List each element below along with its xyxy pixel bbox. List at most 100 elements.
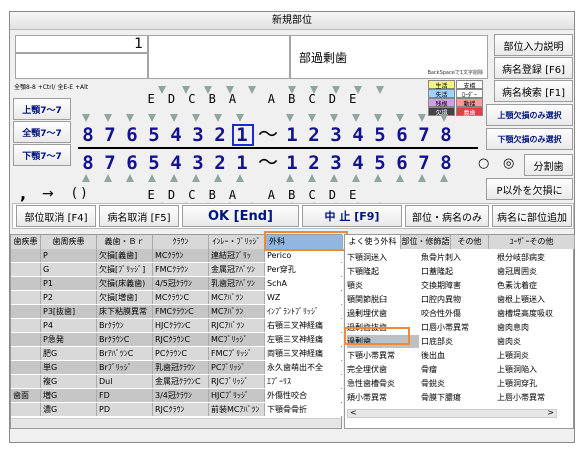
table-cell[interactable]: P4 — [41, 319, 97, 332]
frequent-item[interactable]: 下顎小帯異常 — [347, 349, 419, 362]
table-cell[interactable] — [11, 319, 41, 332]
split-tooth-button[interactable]: 分割歯 — [524, 154, 573, 176]
frequent-hscroll[interactable]: < > — [347, 408, 557, 418]
tab-part-modifier[interactable]: 部位・修飾語 — [401, 235, 451, 249]
table-cell[interactable]: P1 — [41, 277, 97, 290]
tooth-l4-l[interactable]: 4 — [348, 152, 370, 174]
frequent-item[interactable]: 完全埋伏歯 — [347, 363, 419, 376]
tab-frequent[interactable]: よく使う外科 — [345, 235, 401, 249]
table-cell[interactable] — [11, 347, 41, 360]
table-cell[interactable]: 欠損(床義歯) — [97, 277, 153, 290]
table-cell[interactable]: 金属冠ｱﾊﾞﾂﾝ — [209, 263, 265, 276]
number-field[interactable]: 1 — [15, 35, 148, 53]
frequent-item[interactable]: 歯槽堤高度吸収 — [497, 307, 569, 320]
table-cell[interactable] — [11, 403, 41, 416]
table-row[interactable]: 濃G PD RJCｸﾗｳﾝ 前装MCｱﾊﾞﾂﾝ 下顎骨骨折 — [11, 403, 343, 416]
frequent-item[interactable]: 上顎洞穿孔 — [497, 377, 569, 390]
tooth-l3-l[interactable]: 3 — [326, 152, 348, 174]
table-row[interactable]: P4 Brｸﾗｳﾝ HJCｸﾗｳﾝC RJCｱﾊﾞﾂﾝ 右顎三叉神経痛 — [11, 319, 343, 332]
frequent-item[interactable]: 下顎隆起 — [347, 265, 419, 278]
frequent-item[interactable]: 口底部炎 — [421, 335, 493, 348]
table-cell[interactable]: 乳歯冠ｸﾗｳﾝ — [153, 361, 209, 374]
tooth-l2-l[interactable]: 2 — [304, 152, 326, 174]
geka-item[interactable]: ｲﾝﾌﾟﾗﾝﾄﾌﾞﾘｯｼﾞ — [265, 305, 343, 318]
tooth-l4-r[interactable]: 4 — [166, 152, 188, 174]
table-cell[interactable]: MCｱﾊﾞﾂﾝ — [209, 291, 265, 304]
table-cell[interactable]: BrｸﾗｳﾝC — [97, 333, 153, 346]
tooth-le-r[interactable]: E — [143, 188, 163, 204]
header-tooth-disease[interactable]: 歯疾患 — [11, 235, 41, 249]
table-row[interactable]: P急発 BrｸﾗｳﾝC RJCｸﾗｳﾝC MCﾌﾞﾘｯｼﾞ 左顎三叉神経痛 — [11, 333, 343, 346]
header-denture-br[interactable]: 義歯・Ｂｒ — [97, 235, 153, 249]
frequent-item[interactable]: 骨瘤 — [421, 363, 493, 376]
disease-register-button[interactable]: 病名登録 [F6] — [494, 57, 573, 79]
table-cell[interactable]: Brｸﾗｳﾝ — [97, 319, 153, 332]
frequent-item[interactable]: 魚骨片刺入 — [421, 251, 493, 264]
frequent-item[interactable]: 色素沈着症 — [497, 279, 569, 292]
ok-button[interactable]: OK [End] — [182, 205, 299, 227]
tooth-l5-l[interactable]: 5 — [370, 152, 392, 174]
table-row[interactable]: 歯面 増G FD 3/4冠ｸﾗｳﾝ HJCﾌﾞﾘｯｼﾞ 外傷性咬合 — [11, 389, 343, 402]
table-cell[interactable] — [11, 333, 41, 346]
frequent-item[interactable]: 上顎洞炎 — [497, 349, 569, 362]
tooth-u5-r[interactable]: 5 — [144, 124, 166, 146]
table-cell[interactable]: P — [41, 249, 97, 262]
all-7-7-button[interactable]: 全顎7～7 — [13, 121, 71, 143]
geka-item[interactable]: 両顎三叉神経痛 — [265, 347, 343, 360]
table-cell[interactable]: MCｱﾊﾞﾂﾝ — [209, 305, 265, 318]
table-cell[interactable]: RJCﾌﾞﾘｯｼﾞ — [209, 375, 265, 388]
table-row[interactable]: P2 欠損[増歯] MCｸﾗｳﾝC MCｱﾊﾞﾂﾝ WZ — [11, 291, 343, 304]
part-name-field[interactable]: 部過剰歯 BackSpaceで1文字削除 — [290, 35, 488, 79]
tooth-u2-r[interactable]: 2 — [210, 124, 232, 146]
table-cell[interactable]: 4/5冠ｸﾗｳﾝ — [153, 277, 209, 290]
part-input-help-button[interactable]: 部位入力説明 — [494, 34, 573, 56]
tooth-u2-l[interactable]: 2 — [304, 124, 326, 146]
table-cell[interactable]: 欠損[増歯] — [97, 291, 153, 304]
secondary-field[interactable] — [148, 35, 290, 79]
tooth-u3-l[interactable]: 3 — [326, 124, 348, 146]
tooth-l2-r[interactable]: 2 — [210, 152, 232, 174]
paren-button[interactable]: ( ) — [72, 186, 86, 201]
tooth-u8-l[interactable]: 8 — [436, 124, 458, 146]
tooth-l7-l[interactable]: 7 — [414, 152, 436, 174]
header-crown[interactable]: ｸﾗｳﾝ — [153, 235, 209, 249]
tooth-l6-l[interactable]: 6 — [392, 152, 414, 174]
table-cell[interactable]: PCﾌﾞﾘｯｼﾞ — [209, 361, 265, 374]
table-cell[interactable] — [11, 277, 41, 290]
grid-hscroll[interactable] — [11, 418, 341, 428]
tooth-l8-r[interactable]: 8 — [78, 152, 100, 174]
frequent-item[interactable]: 後出血 — [421, 349, 493, 362]
table-cell[interactable]: 欠損[義歯] — [97, 249, 153, 262]
table-row[interactable]: P3[抜歯] 床下粘膜異常 FMCｸﾗｳﾝC MCｱﾊﾞﾂﾝ ｲﾝﾌﾟﾗﾝﾄﾌﾞﾘｯｼﾞ — [11, 305, 343, 318]
non-p-to-missing-button[interactable]: P以外を欠損に — [486, 178, 573, 200]
table-cell[interactable]: MCｸﾗｳﾝ — [153, 249, 209, 262]
geka-item[interactable]: 右顎三叉神経痛 — [265, 319, 343, 332]
geka-item[interactable]: ｴﾌﾟｰﾘｽ — [265, 375, 343, 388]
tooth-u3-r[interactable]: 3 — [188, 124, 210, 146]
frequent-item[interactable]: 歯肉息肉 — [497, 321, 569, 334]
frequent-item[interactable]: 下顎洞迷入 — [347, 251, 419, 264]
frequent-item[interactable]: 歯冠周囲炎 — [497, 265, 569, 278]
table-cell[interactable] — [11, 291, 41, 304]
tooth-u1-l[interactable]: 1 — [282, 124, 304, 146]
tooth-l6-r[interactable]: 6 — [122, 152, 144, 174]
geka-item[interactable]: SchA — [265, 277, 343, 290]
tooth-l8-l[interactable]: 8 — [436, 152, 458, 174]
tooth-le-l[interactable]: E — [345, 188, 365, 204]
scroll-right-icon[interactable]: > — [547, 408, 554, 417]
table-cell[interactable]: HJCﾌﾞﾘｯｼﾞ — [209, 389, 265, 402]
frequent-item[interactable]: 口蓋隆起 — [421, 265, 493, 278]
tooth-u8-r[interactable]: 8 — [78, 124, 100, 146]
table-cell[interactable]: 単G — [41, 361, 97, 374]
tooth-ld-l[interactable]: D — [324, 188, 344, 204]
table-cell[interactable]: 濃G — [41, 403, 97, 416]
part-disease-only-button[interactable]: 部位・病名のみ — [405, 205, 489, 227]
frequent-item[interactable]: 上唇小帯異常 — [497, 391, 569, 404]
table-cell[interactable]: RJCｸﾗｳﾝC — [153, 333, 209, 346]
table-row[interactable]: 複G Dul 金属冠ｸﾗｳﾝC RJCﾌﾞﾘｯｼﾞ ｴﾌﾟｰﾘｽ — [11, 375, 343, 388]
header-inlay-bridge[interactable]: ｲﾝﾚｰ・ﾌﾞﾘｯｼﾞ — [209, 235, 265, 249]
table-cell[interactable]: 連結冠ﾌﾞﾘｯ — [209, 249, 265, 262]
table-row[interactable]: 単G Brﾌﾞﾘｯｼﾞ 乳歯冠ｸﾗｳﾝ PCﾌﾞﾘｯｼﾞ 永久歯萌出不全 — [11, 361, 343, 374]
table-cell[interactable]: PCｸﾗｳﾝC — [153, 347, 209, 360]
table-cell[interactable]: FMCﾌﾞﾘｯｼﾞ — [209, 347, 265, 360]
